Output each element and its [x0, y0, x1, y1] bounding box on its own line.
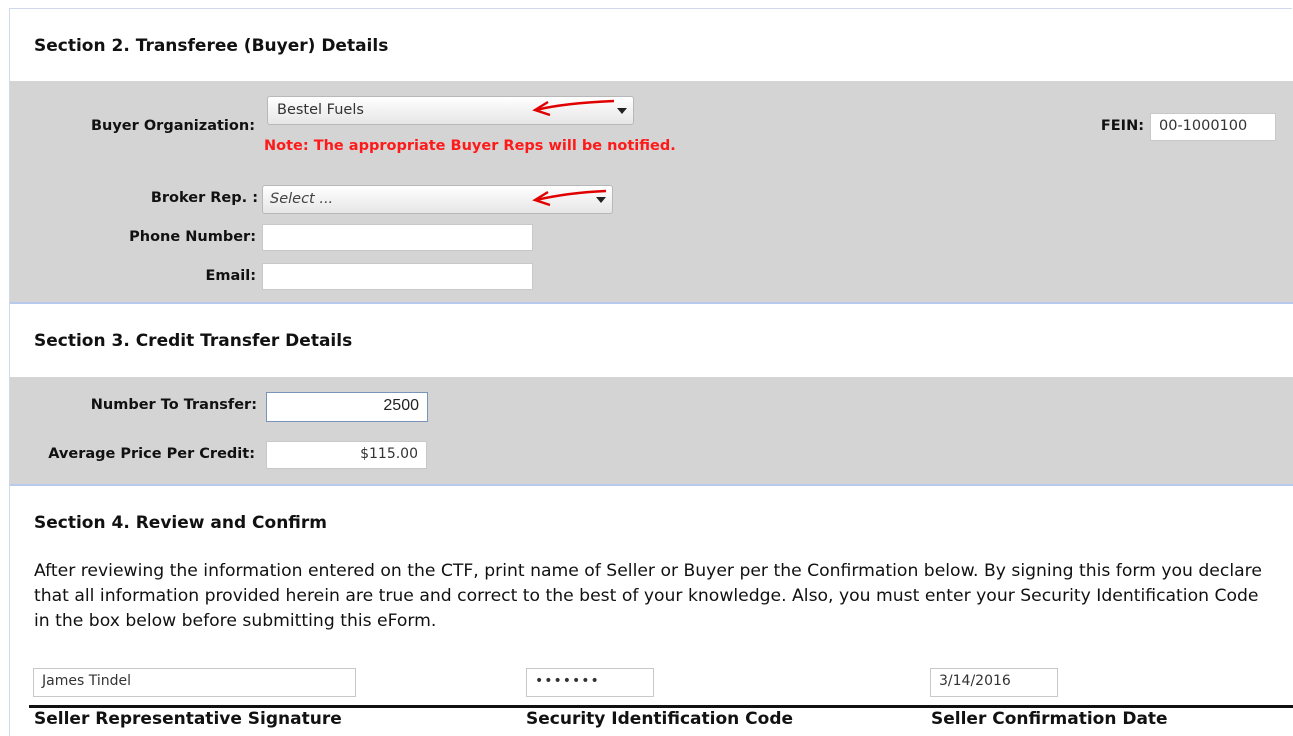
phone-number-field[interactable]: [262, 224, 533, 251]
signature-label: Seller Representative Signature: [34, 709, 342, 729]
confirmation-date-field[interactable]: 3/14/2016: [930, 668, 1058, 697]
signature-field[interactable]: James Tindel: [33, 668, 356, 697]
phone-number-label: Phone Number:: [129, 229, 256, 245]
confirmation-date-label: Seller Confirmation Date: [931, 709, 1168, 729]
security-code-label: Security Identification Code: [526, 709, 794, 729]
section-2-title: Section 2. Transferee (Buyer) Details: [34, 36, 389, 56]
fein-field[interactable]: 00-1000100: [1150, 113, 1276, 141]
email-label: Email:: [205, 268, 256, 284]
section-divider: [10, 484, 1293, 486]
confirmation-instructions: After reviewing the information entered …: [34, 561, 1262, 631]
buyer-reps-note: Note: The appropriate Buyer Reps will be…: [264, 138, 676, 154]
average-price-label: Average Price Per Credit:: [48, 446, 255, 462]
security-code-field[interactable]: •••••••: [526, 668, 654, 697]
section-3-title: Section 3. Credit Transfer Details: [34, 331, 353, 351]
number-to-transfer-label: Number To Transfer:: [90, 397, 257, 413]
email-field[interactable]: [262, 263, 533, 290]
signature-line: [29, 705, 1293, 708]
annotation-arrow-icon: [532, 189, 607, 207]
section-3-panel: [10, 377, 1293, 484]
section-4-title: Section 4. Review and Confirm: [34, 513, 328, 533]
annotation-arrow-icon: [532, 99, 615, 117]
number-to-transfer-field[interactable]: 2500: [266, 392, 428, 422]
fein-label: FEIN:: [1100, 118, 1144, 134]
buyer-organization-label: Buyer Organization:: [90, 118, 255, 134]
buyer-organization-value: Bestel Fuels: [277, 102, 364, 118]
broker-rep-label: Broker Rep. :: [150, 190, 258, 206]
section-divider: [10, 302, 1293, 304]
broker-rep-value: Select ...: [270, 191, 334, 207]
average-price-field[interactable]: $115.00: [266, 441, 427, 469]
